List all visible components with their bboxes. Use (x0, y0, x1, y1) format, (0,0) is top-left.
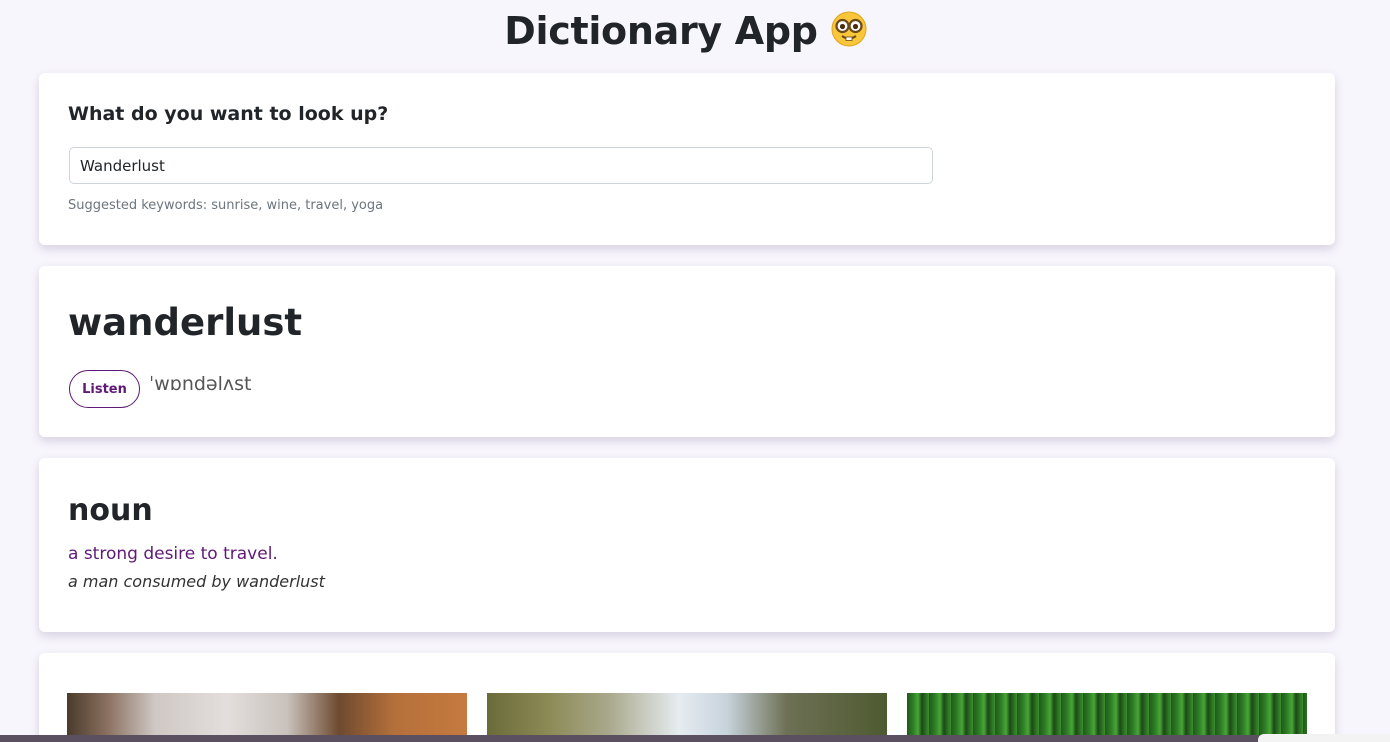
page: Dictionary App What do you want to look … (0, 0, 1390, 742)
app-title-row: Dictionary App (0, 6, 1372, 56)
window-bottom-bar (0, 735, 1390, 742)
meaning-card: noun a strong desire to travel. a man co… (39, 458, 1335, 632)
example-text: a man consumed by wanderlust (68, 572, 325, 591)
listen-button[interactable]: Listen (69, 370, 140, 408)
nerd-face-icon (830, 10, 868, 48)
photos-card (39, 653, 1335, 742)
search-card: What do you want to look up? Suggested k… (39, 73, 1335, 245)
phonetic-text: ˈwɒndəlʌst (149, 373, 252, 395)
part-of-speech: noun (68, 493, 153, 528)
search-input[interactable] (69, 147, 933, 184)
definition-text: a strong desire to travel. (68, 544, 278, 564)
search-heading: What do you want to look up? (68, 103, 389, 125)
window-bottom-tab (1258, 734, 1390, 742)
page-title: Dictionary App (504, 9, 818, 53)
word-card: wanderlust Listen ˈwɒndəlʌst (39, 266, 1335, 437)
word-title: wanderlust (68, 301, 303, 344)
suggested-keywords: Suggested keywords: sunrise, wine, trave… (68, 198, 384, 213)
